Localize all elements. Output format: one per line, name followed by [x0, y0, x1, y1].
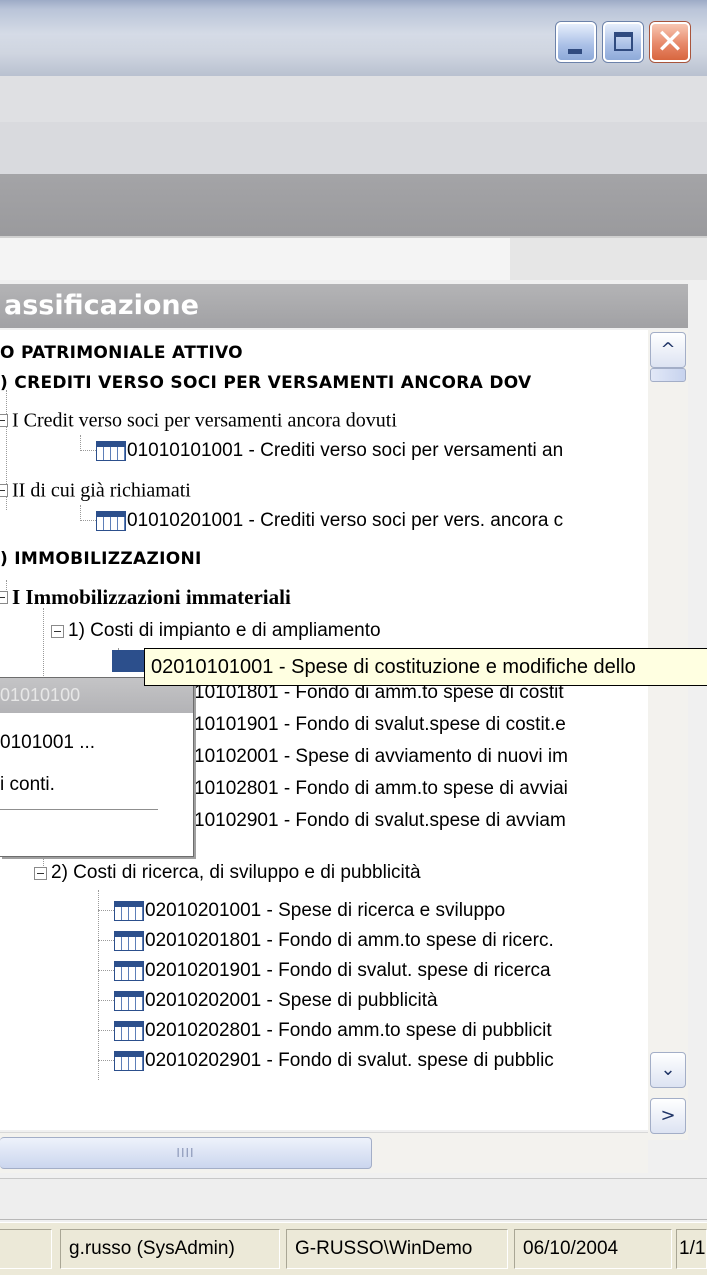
tree-connector [98, 1060, 114, 1062]
chevron-down-icon: ⌄ [660, 1059, 676, 1080]
grip-icon: IIII [176, 1146, 195, 1160]
table-icon [114, 1021, 144, 1041]
tree-node-immobilizzazioni[interactable]: ) IMMOBILIZZAZIONI [0, 544, 202, 574]
tree-node-immateriali[interactable]: I Immobilizzazioni immateriali [0, 580, 291, 610]
tree-connector [98, 910, 114, 912]
tree-leaf-account[interactable]: 02010202901 - Fondo di svalut. spese di … [114, 1046, 554, 1076]
collapse-icon[interactable] [0, 483, 8, 497]
table-icon [114, 991, 144, 1011]
status-workstation: G-RUSSO\WinDemo [286, 1229, 508, 1269]
horizontal-scrollbar[interactable]: IIII [0, 1132, 648, 1173]
tree-leaf-account[interactable]: 10102801 - Fondo di amm.to spese di avvi… [194, 774, 568, 804]
context-menu-item[interactable]: 0101001 ... [0, 728, 95, 758]
tree-leaf-account[interactable]: 02010201901 - Fondo di svalut. spese di … [114, 956, 551, 986]
chevron-right-icon: > [660, 1105, 676, 1126]
collapse-icon[interactable] [0, 413, 8, 427]
tree-leaf-account[interactable]: 01010101001 - Crediti verso soci per ver… [96, 436, 563, 466]
details-band [0, 1178, 707, 1220]
status-bar: g.russo (SysAdmin) G-RUSSO\WinDemo 06/10… [0, 1222, 707, 1275]
collapse-icon[interactable] [34, 866, 47, 880]
minimize-icon [568, 49, 582, 54]
tree-connector [98, 1030, 114, 1032]
toolbar [0, 122, 707, 175]
tree-leaf-account[interactable]: 02010202001 - Spese di pubblicità [114, 986, 438, 1016]
tree-node-crediti-verso-soci[interactable]: ) CREDITI VERSO SOCI PER VERSAMENTI ANCO… [0, 368, 532, 398]
context-menu-item[interactable]: i conti. [0, 770, 55, 800]
tree-connector [98, 1000, 114, 1002]
table-icon [114, 961, 144, 981]
selected-table-icon [112, 650, 146, 672]
tree-node-crediti-dovuti[interactable]: I Credit verso soci per versamenti ancor… [0, 404, 397, 434]
tree-node-stato-patrimoniale[interactable]: O PATRIMONIALE ATTIVO [0, 338, 243, 368]
table-icon [96, 511, 126, 531]
scroll-thumb[interactable] [650, 368, 686, 382]
scroll-up-button[interactable]: ^ [650, 332, 686, 368]
tree-connector [80, 435, 82, 451]
close-icon: ✕ [655, 22, 685, 62]
context-menu: 01010100 0101001 ... i conti. [0, 677, 194, 857]
tree-leaf-account[interactable]: 10101901 - Fondo di svalut.spese di cost… [194, 710, 566, 740]
header-band [0, 174, 707, 238]
status-user: g.russo (SysAdmin) [60, 1229, 280, 1269]
tree-leaf-account[interactable]: 10102901 - Fondo di svalut.spese di avvi… [194, 806, 566, 836]
horizontal-scroll-thumb[interactable]: IIII [0, 1137, 372, 1169]
menu-bar [0, 76, 707, 123]
maximize-button[interactable] [603, 22, 643, 62]
status-page: 1/1 [676, 1229, 707, 1269]
tree-leaf-account[interactable]: 10102001 - Spese di avviamento di nuovi … [194, 742, 568, 772]
menu-separator [0, 809, 158, 811]
tree-connector [98, 890, 100, 1080]
chevron-up-icon: ^ [660, 339, 676, 360]
tree-connector [98, 940, 114, 942]
tab-strip [0, 238, 510, 280]
close-button[interactable]: ✕ [650, 22, 690, 62]
tree-leaf-account[interactable]: 02010201801 - Fondo di amm.to spese di r… [114, 926, 554, 956]
maximize-icon [614, 32, 633, 51]
minimize-button[interactable] [556, 22, 596, 62]
tree-connector [98, 970, 114, 972]
tooltip: 02010101001 - Spese di costituzione e mo… [144, 648, 707, 686]
collapse-icon[interactable] [51, 624, 64, 638]
classification-header: assificazione [0, 284, 688, 328]
table-icon [96, 441, 126, 461]
tree-leaf-account[interactable]: 02010202801 - Fondo amm.to spese di pubb… [114, 1016, 552, 1046]
tree-node-richiamati[interactable]: II di cui già richiamati [0, 474, 191, 504]
status-cell-empty [0, 1229, 52, 1269]
tree-connector [80, 505, 82, 521]
collapse-icon[interactable] [0, 590, 8, 604]
title-bar: ✕ [0, 0, 707, 77]
vertical-scrollbar[interactable]: ^ ⌄ > [648, 330, 688, 1140]
status-date: 06/10/2004 [514, 1229, 672, 1269]
table-icon [114, 931, 144, 951]
tab-strip-right [510, 238, 707, 280]
scroll-down-button[interactable]: ⌄ [650, 1052, 686, 1088]
table-icon [114, 901, 144, 921]
tree-node-costi-ricerca[interactable]: 2) Costi di ricerca, di sviluppo e di pu… [34, 858, 421, 888]
table-icon [114, 1051, 144, 1071]
tree-node-costi-impianto[interactable]: 1) Costi di impianto e di ampliamento [51, 616, 381, 646]
scroll-right-button[interactable]: > [650, 1098, 686, 1134]
tree-leaf-account[interactable]: 01010201001 - Crediti verso soci per ver… [96, 506, 563, 536]
tree-leaf-account[interactable]: 02010201001 - Spese di ricerca e svilupp… [114, 896, 505, 926]
